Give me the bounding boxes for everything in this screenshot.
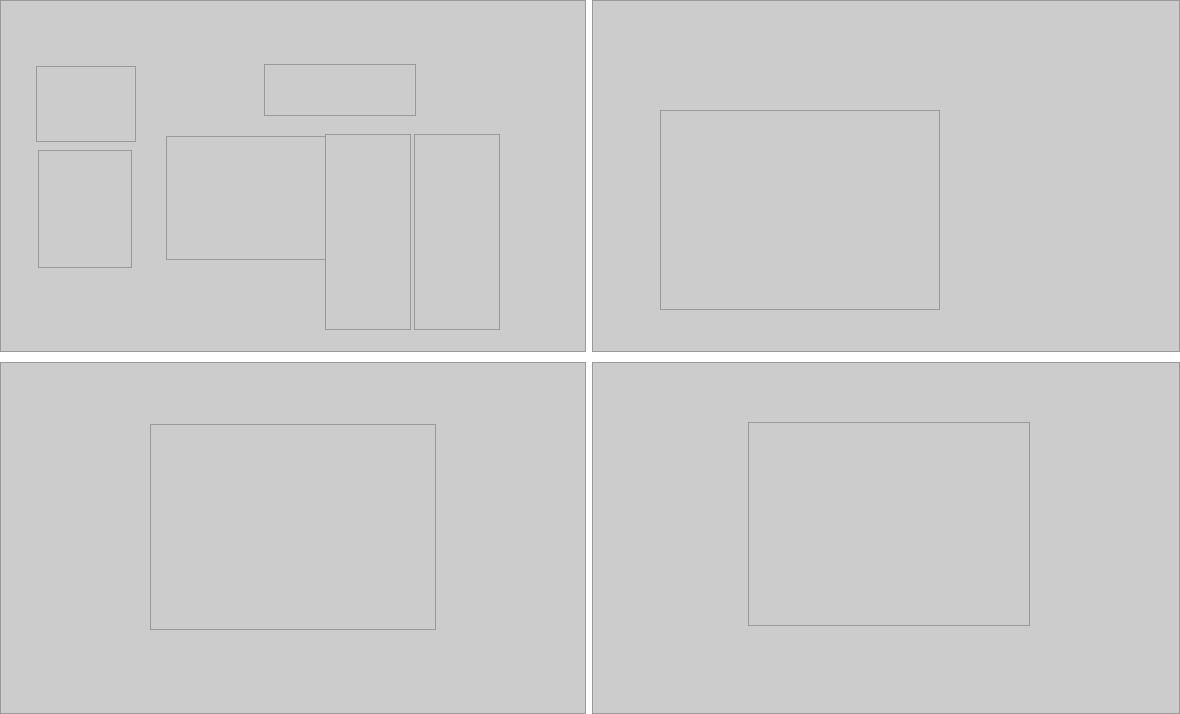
diary-table — [150, 424, 436, 630]
album-photo-grid — [748, 422, 1030, 626]
places-dropdown — [414, 134, 500, 330]
ipod-widget — [38, 150, 132, 268]
friends-dropdown — [325, 134, 411, 330]
items-grid — [660, 110, 940, 310]
miniroom-image — [166, 136, 336, 260]
profile-photo — [36, 66, 136, 142]
recent-photos — [264, 64, 416, 116]
